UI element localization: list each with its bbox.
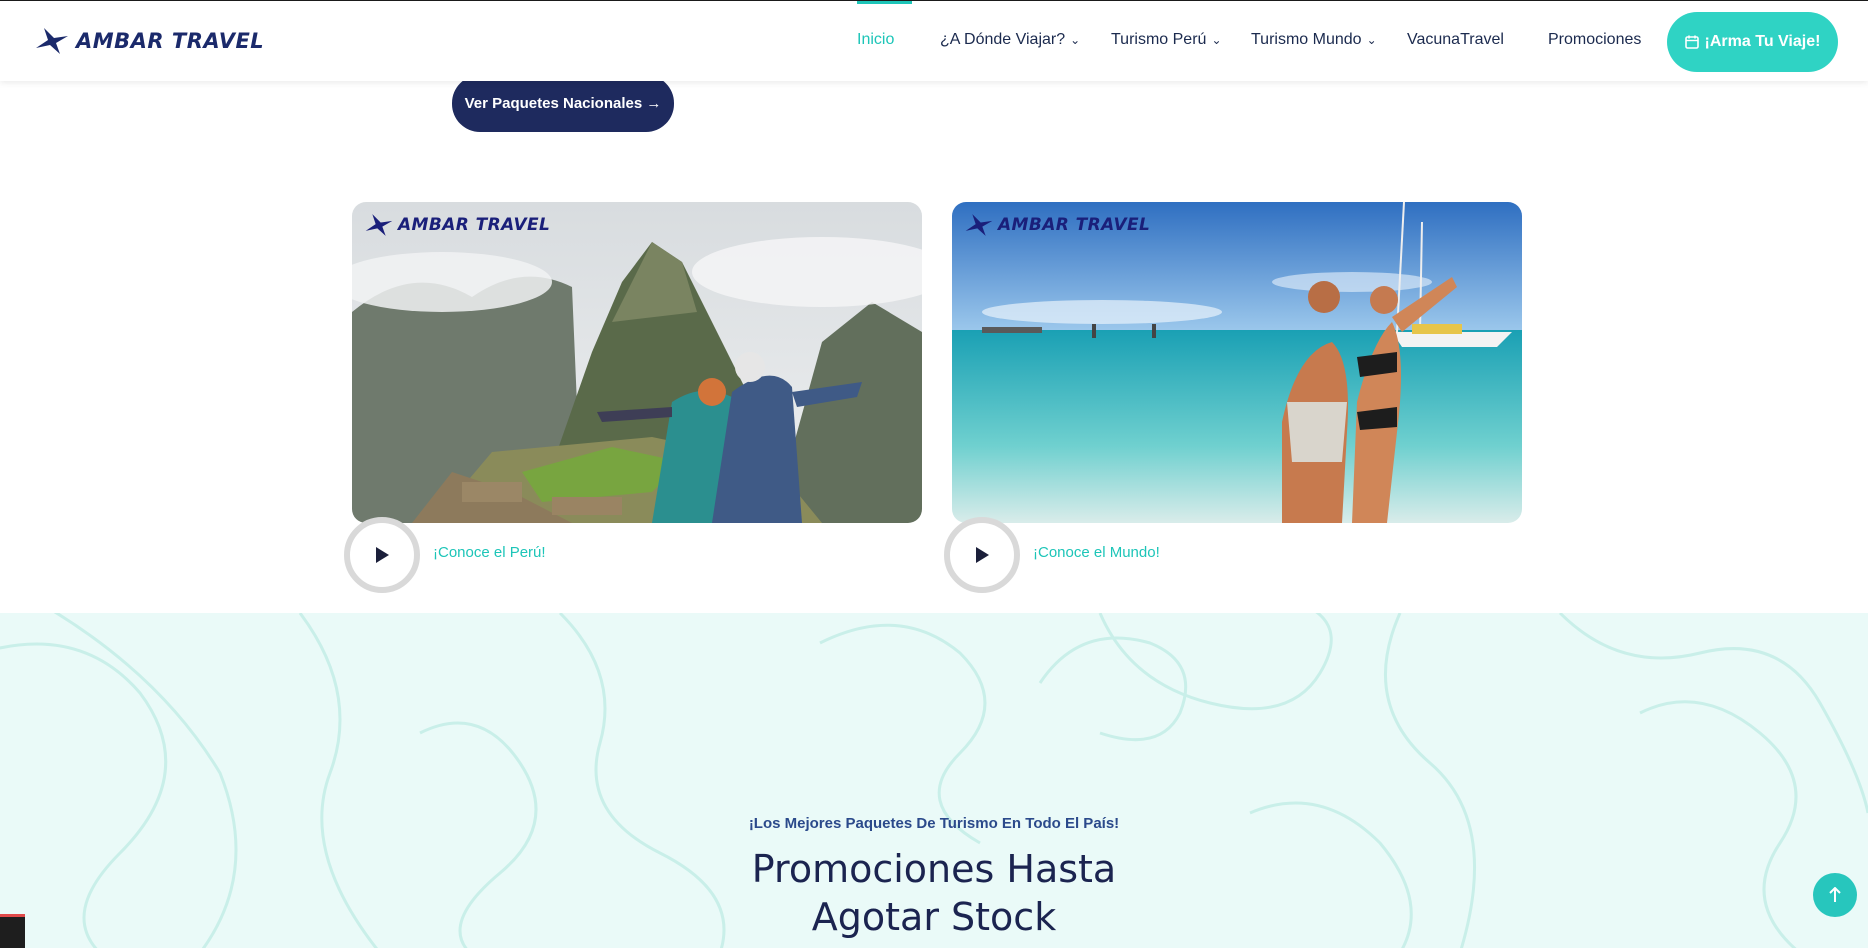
- nav-item-inicio[interactable]: Inicio: [857, 31, 894, 49]
- bird-logo-icon: [365, 214, 393, 236]
- video-card-mundo[interactable]: AMBAR TRAVEL: [952, 202, 1522, 523]
- corner-widget-icon[interactable]: [0, 914, 25, 948]
- card-brand-logo: AMBAR TRAVEL: [964, 212, 1150, 238]
- play-button-peru[interactable]: [344, 517, 420, 593]
- promo-title: Promociones Hasta Agotar Stock: [751, 847, 1117, 939]
- nav-item-turismo-peru[interactable]: Turismo Perú ⌄: [1111, 31, 1222, 49]
- nav-item-turismo-mundo[interactable]: Turismo Mundo ⌄: [1251, 31, 1377, 49]
- ver-paquetes-nacionales-button[interactable]: Ver Paquetes Nacionales →: [452, 75, 674, 132]
- site-header: AMBAR TRAVEL Inicio ¿A Dónde Viajar? ⌄ T…: [0, 0, 1868, 81]
- arma-tu-viaje-button[interactable]: ¡Arma Tu Viaje!: [1667, 12, 1838, 72]
- chevron-down-icon: ⌄: [1366, 33, 1377, 47]
- conoce-mundo-link[interactable]: ¡Conoce el Mundo!: [1033, 544, 1160, 561]
- nav-active-indicator: [857, 1, 912, 4]
- nav-item-label: Turismo Perú: [1111, 31, 1207, 48]
- brand-logo[interactable]: AMBAR TRAVEL: [34, 26, 264, 56]
- cta-label: ¡Arma Tu Viaje!: [1704, 33, 1821, 50]
- play-icon: [976, 547, 989, 563]
- bird-logo-icon: [36, 28, 68, 54]
- chevron-down-icon: ⌄: [1070, 33, 1081, 47]
- machu-picchu-image: [352, 202, 922, 523]
- nav-item-label: ¿A Dónde Viajar?: [940, 31, 1066, 48]
- arrow-up-icon: [1829, 887, 1841, 902]
- chevron-down-icon: ⌄: [1211, 33, 1222, 47]
- card-brand-name: AMBAR TRAVEL: [998, 215, 1151, 235]
- video-card-peru[interactable]: AMBAR TRAVEL: [352, 202, 922, 523]
- beach-couple-image: [952, 202, 1522, 523]
- page: AMBAR TRAVEL Inicio ¿A Dónde Viajar? ⌄ T…: [0, 0, 1868, 948]
- brand-name: AMBAR TRAVEL: [76, 29, 265, 53]
- conoce-peru-link[interactable]: ¡Conoce el Perú!: [433, 544, 546, 561]
- calendar-icon: [1684, 35, 1699, 49]
- scroll-to-top-button[interactable]: [1813, 873, 1857, 917]
- play-icon: [376, 547, 389, 563]
- promociones-section: ¡Los Mejores Paquetes De Turismo En Todo…: [0, 613, 1868, 948]
- play-button-mundo[interactable]: [944, 517, 1020, 593]
- nav-item-label: VacunaTravel: [1407, 31, 1504, 48]
- nav-item-vacunatravel[interactable]: VacunaTravel: [1407, 31, 1504, 49]
- nav-item-label: Inicio: [857, 31, 895, 48]
- card-brand-name: AMBAR TRAVEL: [398, 215, 551, 235]
- card-brand-logo: AMBAR TRAVEL: [364, 212, 550, 238]
- nav-item-promociones[interactable]: Promociones: [1548, 31, 1641, 49]
- nav-item-donde-viajar[interactable]: ¿A Dónde Viajar? ⌄: [940, 31, 1080, 49]
- nav-item-label: Turismo Mundo: [1251, 31, 1362, 48]
- button-label: Ver Paquetes Nacionales →: [464, 95, 662, 112]
- nav-item-label: Promociones: [1548, 31, 1642, 48]
- promo-subtitle: ¡Los Mejores Paquetes De Turismo En Todo…: [748, 815, 1120, 832]
- bird-logo-icon: [965, 214, 993, 236]
